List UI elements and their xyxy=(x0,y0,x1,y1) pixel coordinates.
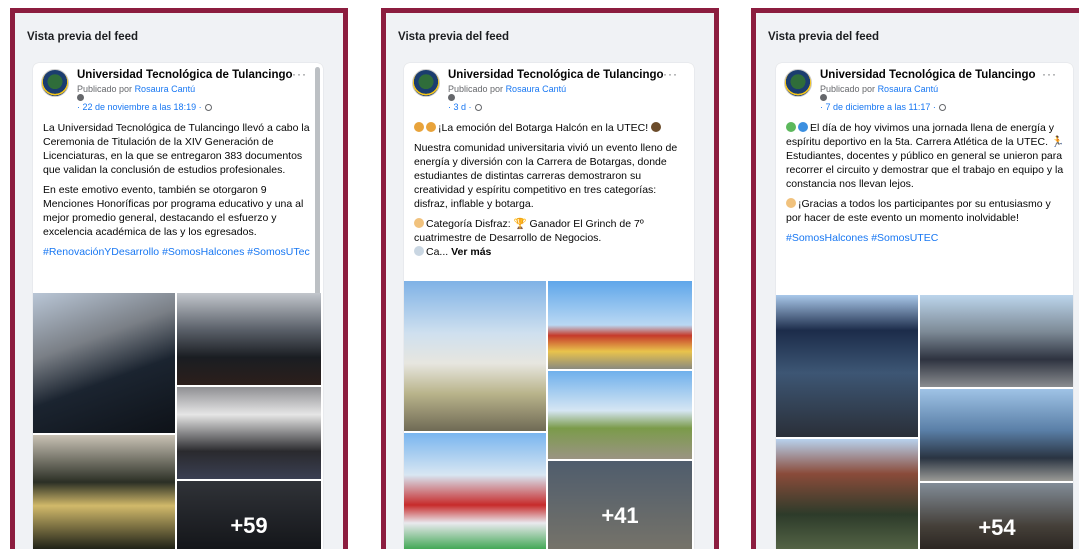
more-options-icon[interactable]: ··· xyxy=(663,67,678,81)
photo-grid: +54 xyxy=(776,295,1073,549)
more-photos-count[interactable]: +41 xyxy=(548,461,692,549)
page-name[interactable]: Universidad Tecnológica de Tulancingo xyxy=(820,69,1036,81)
post-text: El día de hoy vivimos una jornada llena … xyxy=(776,121,1073,245)
post-headline: ¡La emoción del Botarga Halcón en la UTE… xyxy=(414,121,686,135)
more-photos-count[interactable]: +54 xyxy=(920,483,1073,549)
author-link[interactable]: Rosaura Cantú xyxy=(135,84,196,94)
avatar[interactable] xyxy=(784,69,812,97)
photo[interactable] xyxy=(404,281,546,431)
post-date-text: · 7 de diciembre a las 11:17 · xyxy=(820,102,936,112)
more-options-icon xyxy=(77,94,84,101)
photo[interactable] xyxy=(548,281,692,369)
photo[interactable] xyxy=(33,435,175,549)
panel-title: Vista previa del feed xyxy=(398,31,510,43)
panel-title: Vista previa del feed xyxy=(27,31,139,43)
published-by-label: Publicado por xyxy=(77,84,133,94)
page-name[interactable]: Universidad Tecnológica de Tulancingo xyxy=(448,69,664,81)
globe-icon xyxy=(938,104,946,111)
photo[interactable]: +41 xyxy=(548,461,692,549)
paragraph-text: ¡Gracias a todos los participantes por s… xyxy=(786,198,1051,224)
hashtags[interactable]: #SomosHalcones #SomosUTEC xyxy=(786,231,1065,245)
photo-grid: +41 xyxy=(404,281,694,549)
runner-icon xyxy=(426,122,436,132)
published-by: Publicado por Rosaura Cantú xyxy=(448,84,566,94)
pointing-hand-icon xyxy=(414,218,424,228)
published-by-label: Publicado por xyxy=(820,84,876,94)
post-paragraph: El día de hoy vivimos una jornada llena … xyxy=(786,121,1065,191)
author-link[interactable]: Rosaura Cantú xyxy=(878,84,939,94)
more-options-icon[interactable]: ··· xyxy=(292,67,307,81)
feed-preview-panel-1: Vista previa del feed Universidad Tecnol… xyxy=(10,8,348,549)
photo[interactable]: +59 xyxy=(177,481,321,549)
post-date-text: · 3 d · xyxy=(448,102,472,112)
photo[interactable] xyxy=(920,295,1073,387)
more-photos-count[interactable]: +59 xyxy=(177,481,321,549)
bird-icon xyxy=(651,122,662,132)
post-truncated: Ca... Ver más xyxy=(414,245,686,259)
see-more-link[interactable]: Ver más xyxy=(451,246,491,258)
post-paragraph: La Universidad Tecnológica de Tulancingo… xyxy=(43,122,310,176)
more-options-icon[interactable]: ··· xyxy=(1042,67,1057,81)
more-options-icon xyxy=(820,94,827,101)
page-name[interactable]: Universidad Tecnológica de Tulancingo xyxy=(77,69,293,81)
post-header: Universidad Tecnológica de Tulancingo Pu… xyxy=(33,63,323,121)
hashtags[interactable]: #RenovaciónYDesarrollo #SomosHalcones #S… xyxy=(43,245,315,259)
photo[interactable] xyxy=(776,295,918,437)
post-card: Universidad Tecnológica de Tulancingo Pu… xyxy=(404,63,694,549)
more-options-icon xyxy=(448,94,455,101)
photo[interactable] xyxy=(33,293,175,433)
truncated-text: Ca... xyxy=(426,246,449,258)
post-header: Universidad Tecnológica de Tulancingo Pu… xyxy=(404,63,694,121)
post-date[interactable]: · 22 de noviembre a las 18:19 · xyxy=(77,102,212,112)
globe-icon xyxy=(204,104,212,111)
post-paragraph: ¡Gracias a todos los participantes por s… xyxy=(786,197,1065,225)
blue-heart-icon xyxy=(798,122,808,132)
post-paragraph: En este emotivo evento, también se otorg… xyxy=(43,184,304,238)
panel-title: Vista previa del feed xyxy=(768,31,880,43)
avatar[interactable] xyxy=(412,69,440,97)
post-card: Universidad Tecnológica de Tulancingo Pu… xyxy=(776,63,1073,549)
feed-preview-panel-2: Vista previa del feed Universidad Tecnol… xyxy=(381,8,719,549)
post-header: Universidad Tecnológica de Tulancingo Pu… xyxy=(776,63,1073,121)
post-date[interactable]: · 3 d · xyxy=(448,102,482,112)
published-by-label: Publicado por xyxy=(448,84,504,94)
author-link[interactable]: Rosaura Cantú xyxy=(506,84,567,94)
post-text: ¡La emoción del Botarga Halcón en la UTE… xyxy=(404,121,694,259)
emoji-icon xyxy=(414,246,424,256)
runner-icon xyxy=(414,122,424,132)
paragraph-text: El día de hoy vivimos una jornada llena … xyxy=(786,122,1065,190)
published-by: Publicado por Rosaura Cantú xyxy=(77,84,195,94)
post-date[interactable]: · 7 de diciembre a las 11:17 · xyxy=(820,102,946,112)
post-text: La Universidad Tecnológica de Tulancingo… xyxy=(33,121,323,259)
photo-grid: +59 xyxy=(33,293,323,549)
post-paragraph: Nuestra comunidad universitaria vivió un… xyxy=(414,142,678,210)
green-heart-icon xyxy=(786,122,796,132)
photo[interactable] xyxy=(548,371,692,459)
photo[interactable] xyxy=(177,293,321,385)
feed-preview-panel-3: Vista previa del feed Universidad Tecnol… xyxy=(751,8,1079,549)
photo[interactable] xyxy=(920,389,1073,481)
photo[interactable] xyxy=(404,433,546,549)
post-card: Universidad Tecnológica de Tulancingo Pu… xyxy=(33,63,323,549)
headline-text: ¡La emoción del Botarga Halcón en la UTE… xyxy=(438,122,649,134)
globe-icon xyxy=(474,104,482,111)
clapping-hands-icon xyxy=(786,198,796,208)
paragraph-text: Categoría Disfraz: 🏆 Ganador El Grinch d… xyxy=(414,218,644,244)
published-by: Publicado por Rosaura Cantú xyxy=(820,84,938,94)
photo[interactable] xyxy=(177,387,321,479)
photo[interactable]: +54 xyxy=(920,483,1073,549)
post-paragraph: Categoría Disfraz: 🏆 Ganador El Grinch d… xyxy=(414,217,686,245)
avatar[interactable] xyxy=(41,69,69,97)
post-date-text: · 22 de noviembre a las 18:19 · xyxy=(77,102,202,112)
photo[interactable] xyxy=(776,439,918,549)
